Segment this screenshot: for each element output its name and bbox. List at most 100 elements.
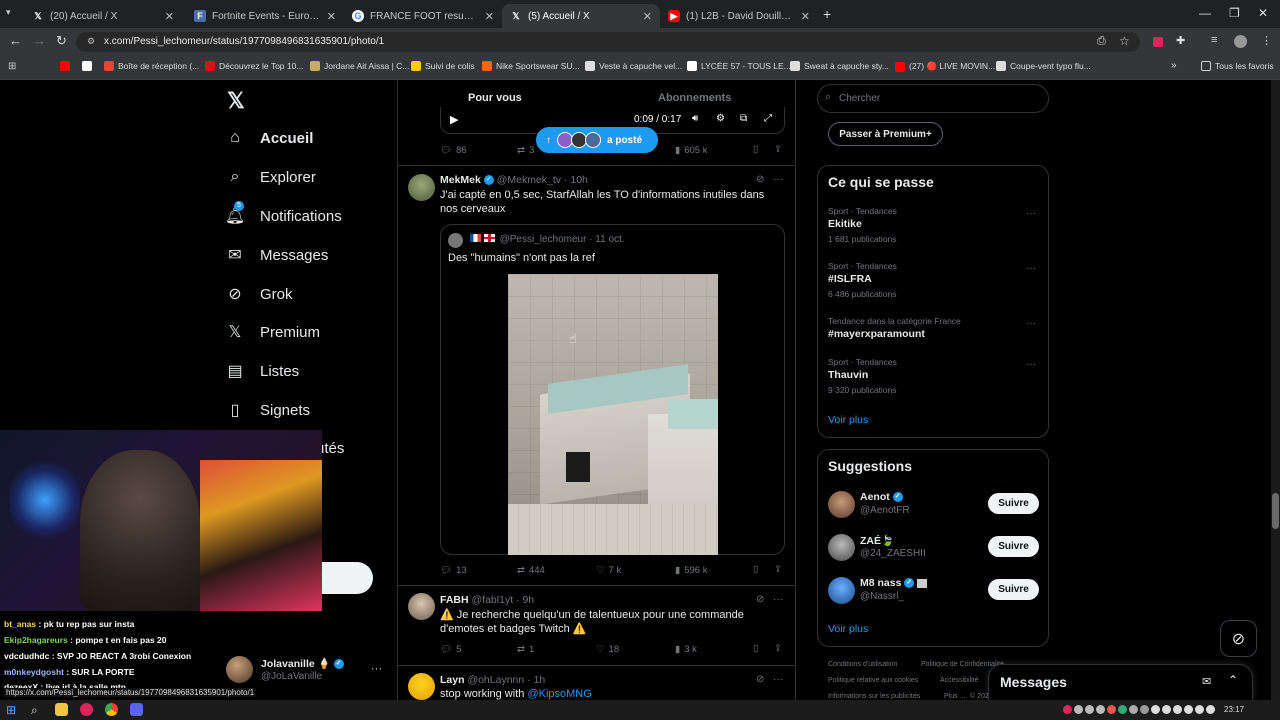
reply-action[interactable]: 💬︎ 86: [440, 145, 467, 156]
bookmark-action[interactable]: ▯: [753, 643, 758, 654]
suggestion-avatar[interactable]: [828, 534, 855, 561]
tweet-time[interactable]: · 9h: [516, 594, 534, 606]
all-bookmarks[interactable]: Tous les favoris: [1201, 61, 1274, 71]
restore-icon[interactable]: ❐: [1229, 6, 1240, 20]
nav-listes[interactable]: ▤ Listes: [226, 362, 299, 381]
grok-explain-icon[interactable]: ⊘: [756, 674, 764, 685]
premium-plus-button[interactable]: Passer à Premium+: [828, 122, 943, 146]
tweet-handle[interactable]: @Mekmek_tv: [497, 174, 561, 186]
star-icon[interactable]: ☆: [1119, 34, 1130, 48]
forward-icon[interactable]: →: [33, 33, 46, 48]
tray-icon[interactable]: [1173, 705, 1182, 714]
new-tab-icon[interactable]: +: [823, 6, 831, 22]
trend-more-icon[interactable]: ···: [1026, 208, 1036, 219]
trend-more-icon[interactable]: ···: [1026, 359, 1036, 370]
nav-premium[interactable]: 𝕏 Premium: [226, 323, 320, 342]
follow-button[interactable]: Suivre: [988, 579, 1039, 600]
tray-icon[interactable]: [1206, 705, 1215, 714]
quote-photo[interactable]: [508, 274, 718, 555]
address-bar[interactable]: x.com/Pessi_lechomeur/status/19770984968…: [76, 32, 1140, 52]
nav-grok[interactable]: ⊘ Grok: [226, 285, 292, 304]
menu-icon[interactable]: ⋮: [1261, 34, 1272, 47]
like-action[interactable]: ♡ 7 k: [596, 565, 621, 576]
tweet-author[interactable]: MekMek: [440, 174, 481, 186]
share-action[interactable]: ⇪: [774, 144, 782, 155]
close-icon[interactable]: ✕: [485, 10, 494, 23]
trends-more-link[interactable]: Voir plus: [828, 414, 868, 426]
trend-name[interactable]: #ISLFRA: [828, 273, 872, 285]
tweet-avatar[interactable]: [408, 593, 435, 620]
play-icon[interactable]: ▶: [450, 113, 458, 126]
retweet-action[interactable]: ⇄ 1: [517, 644, 534, 655]
tweet-author[interactable]: FABH: [440, 594, 469, 606]
close-icon[interactable]: ✕: [643, 10, 652, 23]
tray-icon[interactable]: [1140, 705, 1149, 714]
minimize-icon[interactable]: —: [1199, 6, 1211, 20]
x-logo-icon[interactable]: 𝕏: [227, 88, 245, 114]
volume-icon[interactable]: 🔊︎: [692, 113, 698, 124]
nav-accueil[interactable]: ⌂ Accueil: [226, 129, 313, 147]
nav-explorer[interactable]: ⌕ Explorer: [226, 168, 316, 186]
views-action[interactable]: ▮ 605 k: [675, 145, 707, 156]
nav-messages[interactable]: ✉ Messages: [226, 246, 328, 265]
windows-start-icon[interactable]: ⊞: [6, 703, 16, 717]
retweet-action[interactable]: ⇄ 444: [517, 565, 545, 576]
tray-icon[interactable]: [1107, 705, 1116, 714]
grok-explain-icon[interactable]: ⊘: [756, 174, 764, 185]
suggestion-name[interactable]: ZAÉ🍃: [860, 534, 894, 547]
tweet-time[interactable]: · 1h: [527, 674, 545, 686]
like-action[interactable]: ♡ 18: [596, 644, 619, 655]
expand-icon[interactable]: ⌃: [1228, 673, 1238, 687]
opera-icon[interactable]: [80, 703, 93, 716]
close-icon[interactable]: ✕: [165, 10, 174, 23]
trend-more-icon[interactable]: ···: [1026, 263, 1036, 274]
footer-link[interactable]: Politique relative aux cookies: [828, 677, 918, 684]
back-icon[interactable]: ←: [9, 33, 22, 48]
bookmark-item[interactable]: [60, 61, 70, 71]
tray-icon[interactable]: [1074, 705, 1083, 714]
browser-tab-active[interactable]: 𝕏 (5) Accueil / X ✕: [502, 4, 660, 28]
tray-icon[interactable]: [1151, 705, 1160, 714]
trend-name[interactable]: Thauvin: [828, 369, 868, 381]
reply-action[interactable]: 💬︎ 5: [440, 644, 461, 655]
views-action[interactable]: ▮ 596 k: [675, 565, 707, 576]
browser-tab[interactable]: ▶ (1) L2B - David Douillet feat. ID ✕: [660, 4, 818, 28]
tweet-handle[interactable]: @ohLaynnn: [467, 674, 524, 686]
share-action[interactable]: ⇪: [774, 564, 782, 575]
tab-search-icon[interactable]: ▾: [6, 7, 11, 18]
bookmark-item[interactable]: Découvrez le Top 10...: [205, 61, 303, 71]
more-bookmarks-icon[interactable]: »: [1171, 60, 1177, 71]
tray-icon[interactable]: [1184, 705, 1193, 714]
post-button[interactable]: [322, 562, 373, 594]
more-icon[interactable]: ···: [773, 674, 783, 685]
tweet-author[interactable]: Layn: [440, 674, 465, 686]
trend-name[interactable]: Ekitike: [828, 218, 862, 230]
bookmark-item[interactable]: Suivi de colis: [411, 61, 475, 71]
apps-icon[interactable]: ⊞: [8, 61, 16, 72]
close-icon[interactable]: ✕: [801, 10, 810, 23]
mention-link[interactable]: @KipsoMNG: [527, 688, 591, 700]
tab-pour-vous[interactable]: Pour vous: [468, 92, 522, 104]
nav-notifications[interactable]: 🔔︎ 5 Notifications: [225, 201, 342, 225]
close-icon[interactable]: ✕: [327, 10, 336, 23]
footer-link[interactable]: Accessibilité: [940, 677, 979, 684]
extension-icon[interactable]: [1153, 37, 1163, 47]
page-scrollbar[interactable]: [1271, 80, 1280, 700]
tweet-handle[interactable]: @fabl1yt: [472, 594, 514, 606]
tray-icon[interactable]: [1129, 705, 1138, 714]
trend-more-icon[interactable]: ···: [1026, 318, 1036, 329]
tweet-time[interactable]: · 10h: [564, 174, 588, 186]
suggestion-avatar[interactable]: [828, 491, 855, 518]
footer-link[interactable]: Plus ...: [944, 693, 965, 700]
browser-tab[interactable]: G FRANCE FOOT resumer - Reche ✕: [344, 4, 502, 28]
settings-icon[interactable]: ⚙: [716, 113, 725, 124]
tray-icon[interactable]: [1096, 705, 1105, 714]
new-message-icon[interactable]: ✉: [1202, 675, 1211, 688]
suggestion-avatar[interactable]: [828, 577, 855, 604]
tray-icon[interactable]: [1195, 705, 1204, 714]
bookmark-item[interactable]: Boîte de réception (...: [104, 61, 199, 71]
pip-icon[interactable]: ⧉: [740, 113, 747, 124]
tweet-avatar[interactable]: [408, 673, 435, 700]
site-info-icon[interactable]: ⚙: [87, 36, 95, 47]
bookmark-item[interactable]: Coupe-vent typo flu...: [996, 61, 1091, 71]
